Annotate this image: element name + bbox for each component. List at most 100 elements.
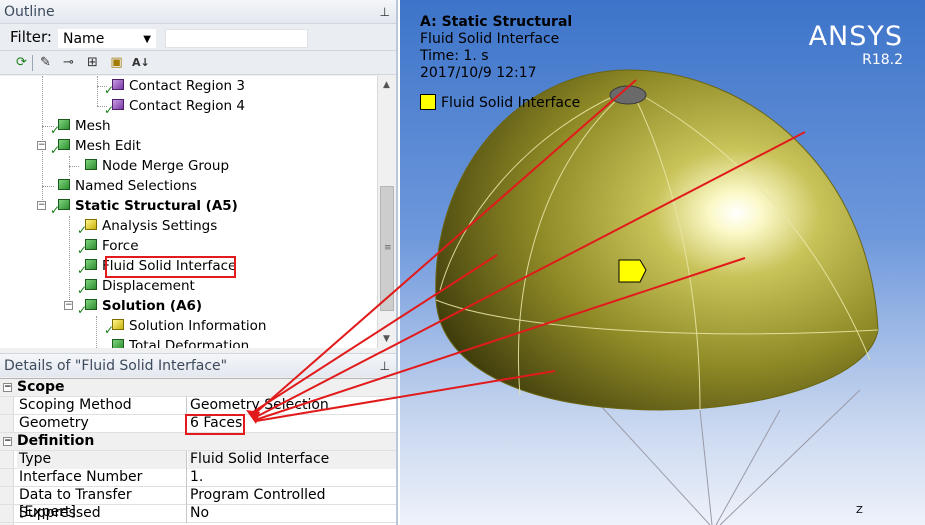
force-icon: ✓ bbox=[77, 238, 97, 257]
outline-title-bar: Outline ⊥ bbox=[0, 0, 396, 24]
tree-item-solution-information[interactable]: ✓ Solution Information bbox=[104, 316, 267, 337]
viewport-subtitle: Fluid Solid Interface bbox=[420, 31, 560, 47]
legend: Fluid Solid Interface bbox=[420, 94, 580, 111]
tree-guide bbox=[69, 216, 70, 306]
outline-toolbar: ⟳ ✎ ⊸ ⊞ ▣ A↓ bbox=[0, 51, 396, 75]
node-merge-icon bbox=[81, 158, 97, 172]
tree-item-label: Solution (A6) bbox=[102, 298, 203, 314]
edit-icon[interactable]: ✎ bbox=[37, 54, 54, 71]
collapse-icon[interactable]: − bbox=[3, 437, 12, 446]
chevron-down-icon: ▼ bbox=[143, 34, 151, 45]
details-key: Scoping Method bbox=[17, 397, 187, 415]
left-panel: Outline ⊥ Filter: Name ▼ ⟳ ✎ ⊸ ⊞ ▣ A↓ ✓ C… bbox=[0, 0, 398, 525]
outline-tree: ✓ Contact Region 3 ✓ Contact Region 4 ✓ Mes… bbox=[0, 76, 377, 348]
refresh-icon[interactable]: ⟳ bbox=[13, 54, 30, 71]
expand-all-icon[interactable]: ⊞ bbox=[84, 54, 101, 71]
tree-item-total-deformation[interactable]: Total Deformation bbox=[108, 336, 249, 348]
tree-guide bbox=[96, 316, 97, 348]
pin-icon[interactable]: ⊥ bbox=[380, 354, 390, 378]
details-value[interactable]: Program Controlled bbox=[188, 487, 396, 505]
tree-item-contact-region-3[interactable]: ✓ Contact Region 3 bbox=[104, 76, 245, 97]
tree-item-label: Node Merge Group bbox=[102, 158, 230, 174]
total-deformation-icon bbox=[108, 338, 124, 348]
tree-item-label: Mesh bbox=[75, 118, 111, 134]
group-scope[interactable]: − Scope bbox=[0, 379, 396, 397]
graphics-viewport[interactable]: A: Static Structural Fluid Solid Interfa… bbox=[400, 0, 925, 525]
static-structural-icon: ✓ bbox=[50, 198, 70, 217]
analysis-settings-icon: ✓ bbox=[77, 218, 97, 237]
tree-item-named-selections[interactable]: Named Selections bbox=[54, 176, 197, 196]
tree-item-solution[interactable]: ✓ Solution (A6) bbox=[77, 296, 203, 317]
legend-swatch bbox=[420, 94, 436, 110]
collapse-icon[interactable]: − bbox=[64, 301, 73, 310]
tree-item-static-structural[interactable]: ✓ Static Structural (A5) bbox=[50, 196, 238, 217]
tree-item-mesh[interactable]: ✓ Mesh bbox=[50, 116, 111, 137]
tree-item-node-merge-group[interactable]: Node Merge Group bbox=[81, 156, 229, 176]
details-title: Details of "Fluid Solid Interface" bbox=[4, 358, 228, 374]
scroll-thumb[interactable]: ≡ bbox=[380, 186, 394, 311]
group-label: Definition bbox=[17, 433, 95, 449]
details-key: Type bbox=[17, 451, 187, 469]
details-row-interface-number[interactable]: Interface Number 1. bbox=[0, 469, 396, 487]
tree-item-label: Analysis Settings bbox=[102, 218, 218, 234]
ansys-logo: ANSYS R18.2 bbox=[808, 21, 903, 69]
brand-name: ANSYS bbox=[808, 21, 903, 52]
pin-icon[interactable]: ⊥ bbox=[380, 0, 390, 24]
details-row-data-to-transfer[interactable]: Data to Transfer [Expert] Program Contro… bbox=[0, 487, 396, 520]
details-value: Fluid Solid Interface bbox=[188, 451, 396, 469]
sort-icon[interactable]: A↓ bbox=[132, 54, 150, 71]
tree-item-label: Solution Information bbox=[129, 318, 267, 334]
collapse-icon[interactable]: − bbox=[3, 383, 12, 392]
collapse-icon[interactable]: − bbox=[37, 141, 46, 150]
brand-version: R18.2 bbox=[862, 52, 903, 68]
tree-item-label: Contact Region 3 bbox=[129, 78, 245, 94]
suspension-lines bbox=[599, 389, 861, 525]
details-value[interactable]: Geometry Selection bbox=[188, 397, 396, 415]
outline-title: Outline bbox=[4, 4, 55, 20]
dome-surface[interactable] bbox=[435, 69, 879, 411]
named-selections-icon bbox=[54, 178, 70, 192]
tree-item-analysis-settings[interactable]: ✓ Analysis Settings bbox=[77, 216, 218, 237]
scroll-up-icon[interactable]: ▲ bbox=[383, 80, 390, 90]
tree-item-displacement[interactable]: ✓ Displacement bbox=[77, 276, 195, 297]
viewport-time: Time: 1. s bbox=[420, 48, 489, 64]
details-grid: − Scope Scoping Method Geometry Selectio… bbox=[0, 378, 396, 525]
tree-guide bbox=[42, 186, 54, 187]
details-key: Data to Transfer [Expert] bbox=[17, 487, 187, 520]
axis-triad-z: Z bbox=[856, 505, 863, 516]
details-key: Geometry bbox=[17, 415, 187, 433]
details-row-suppressed[interactable]: Suppressed No bbox=[0, 505, 396, 523]
contact-region-icon: ✓ bbox=[104, 78, 124, 97]
solution-information-icon: ✓ bbox=[104, 318, 124, 337]
filter-label: Filter: bbox=[10, 28, 52, 46]
node-icon[interactable]: ⊸ bbox=[60, 54, 77, 71]
details-row-type[interactable]: Type Fluid Solid Interface bbox=[0, 451, 396, 469]
viewport-title: A: Static Structural bbox=[420, 14, 573, 30]
details-value[interactable]: 1. bbox=[188, 469, 396, 487]
tree-item-contact-region-4[interactable]: ✓ Contact Region 4 bbox=[104, 96, 245, 117]
filter-select[interactable]: Name ▼ bbox=[58, 29, 156, 48]
tree-item-label: Displacement bbox=[102, 278, 195, 294]
tree-item-label: Total Deformation bbox=[129, 338, 250, 348]
grip-icon: ≡ bbox=[384, 243, 392, 253]
group-label: Scope bbox=[17, 379, 65, 395]
tree-guide bbox=[97, 76, 98, 106]
viewport-info: A: Static Structural Fluid Solid Interfa… bbox=[420, 14, 572, 82]
solution-icon: ✓ bbox=[77, 298, 97, 317]
mesh-icon: ✓ bbox=[50, 118, 70, 137]
contact-region-icon: ✓ bbox=[104, 98, 124, 117]
details-value[interactable]: No bbox=[188, 505, 396, 523]
details-row-scoping-method[interactable]: Scoping Method Geometry Selection bbox=[0, 397, 396, 415]
tree-item-force[interactable]: ✓ Force bbox=[77, 236, 139, 257]
toolbar-divider bbox=[32, 55, 33, 71]
fsi-highlight-box bbox=[105, 256, 236, 278]
outline-scrollbar[interactable]: ▲ ≡ ▼ bbox=[377, 76, 396, 348]
scroll-down-icon[interactable]: ▼ bbox=[383, 334, 390, 344]
filter-input[interactable] bbox=[165, 29, 308, 48]
details-key: Suppressed bbox=[17, 505, 187, 523]
group-definition[interactable]: − Definition bbox=[0, 433, 396, 451]
tree-item-mesh-edit[interactable]: ✓ Mesh Edit bbox=[50, 136, 141, 157]
folder-icon[interactable]: ▣ bbox=[108, 54, 125, 71]
collapse-icon[interactable]: − bbox=[37, 201, 46, 210]
details-title-bar: Details of "Fluid Solid Interface" ⊥ bbox=[0, 353, 396, 377]
